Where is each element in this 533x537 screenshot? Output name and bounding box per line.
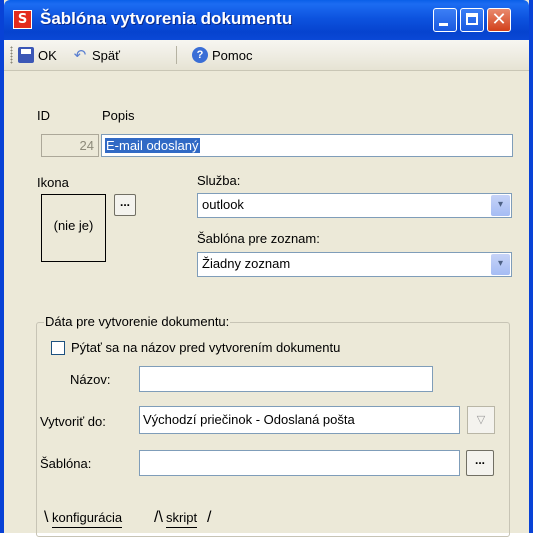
- icon-browse-button[interactable]: ...: [114, 194, 136, 216]
- app-icon: S: [13, 10, 32, 29]
- tab-skript[interactable]: skript: [166, 508, 198, 528]
- group-title: Dáta pre vytvorenie dokumentu:: [44, 314, 231, 329]
- vytvorit-dropdown-button[interactable]: ▽: [467, 406, 495, 434]
- undo-icon: ↶: [73, 46, 87, 64]
- chevron-down-icon: ▾: [491, 195, 510, 216]
- maximize-button[interactable]: [460, 8, 484, 32]
- tab-divider: /: [207, 509, 212, 526]
- dialog-window: S Šablóna vytvorenia dokumentu ✕ OK ↶ Sp…: [0, 0, 533, 537]
- ask-name-label[interactable]: Pýtať sa na názov pred vytvorením dokume…: [71, 340, 340, 355]
- minimize-button[interactable]: [433, 8, 457, 32]
- tab-divider: /\: [154, 509, 163, 526]
- close-icon: ✕: [491, 9, 507, 30]
- nazov-label: Názov:: [70, 372, 111, 387]
- back-label: Späť: [92, 47, 121, 63]
- sablona-zoznam-value: Žiadny zoznam: [202, 256, 291, 271]
- back-button[interactable]: ↶ Späť: [72, 44, 120, 66]
- toolbar-separator: [176, 46, 177, 64]
- help-icon: ?: [192, 47, 208, 63]
- sablona-zoznam-select[interactable]: Žiadny zoznam ▾: [197, 252, 512, 277]
- save-icon: [18, 47, 34, 63]
- help-button[interactable]: ? Pomoc: [192, 44, 252, 66]
- ikona-label: Ikona: [37, 175, 69, 190]
- nazov-input[interactable]: [139, 366, 433, 392]
- tab-divider: \: [44, 509, 49, 526]
- sablona-label: Šablóna:: [40, 456, 92, 471]
- sablona-input[interactable]: [139, 450, 460, 476]
- toolbar-grip[interactable]: [10, 46, 13, 64]
- ok-button[interactable]: OK: [18, 44, 57, 66]
- sablona-browse-button[interactable]: ...: [466, 450, 494, 476]
- minimize-icon: [439, 23, 448, 26]
- icon-preview-text: (nie je): [53, 218, 94, 233]
- title-bar[interactable]: S Šablóna vytvorenia dokumentu ✕: [4, 0, 529, 40]
- id-field: 24: [41, 134, 99, 157]
- sablona-zoznam-label: Šablóna pre zoznam:: [197, 231, 320, 246]
- maximize-icon: [466, 13, 478, 25]
- sluzba-select[interactable]: outlook ▾: [197, 193, 512, 218]
- sluzba-value: outlook: [202, 197, 244, 212]
- window-title: Šablóna vytvorenia dokumentu: [40, 9, 293, 28]
- sluzba-label: Služba:: [197, 173, 241, 188]
- close-button[interactable]: ✕: [487, 8, 511, 32]
- vytvorit-label: Vytvoriť do:: [40, 414, 106, 429]
- popis-input[interactable]: E-mail odoslaný: [101, 134, 513, 157]
- ask-name-checkbox[interactable]: [51, 341, 65, 355]
- id-label: ID: [37, 108, 50, 123]
- chevron-down-icon: ▾: [491, 254, 510, 275]
- popis-label: Popis: [102, 108, 135, 123]
- help-label: Pomoc: [212, 47, 253, 63]
- vytvorit-input[interactable]: Východzí priečinok - Odoslaná pošta: [139, 406, 460, 434]
- tab-konfiguracia[interactable]: konfigurácia: [52, 508, 123, 528]
- toolbar: OK ↶ Späť ? Pomoc: [4, 40, 529, 71]
- popis-value: E-mail odoslaný: [105, 138, 200, 153]
- ok-label: OK: [38, 47, 57, 63]
- icon-preview: (nie je): [41, 194, 106, 262]
